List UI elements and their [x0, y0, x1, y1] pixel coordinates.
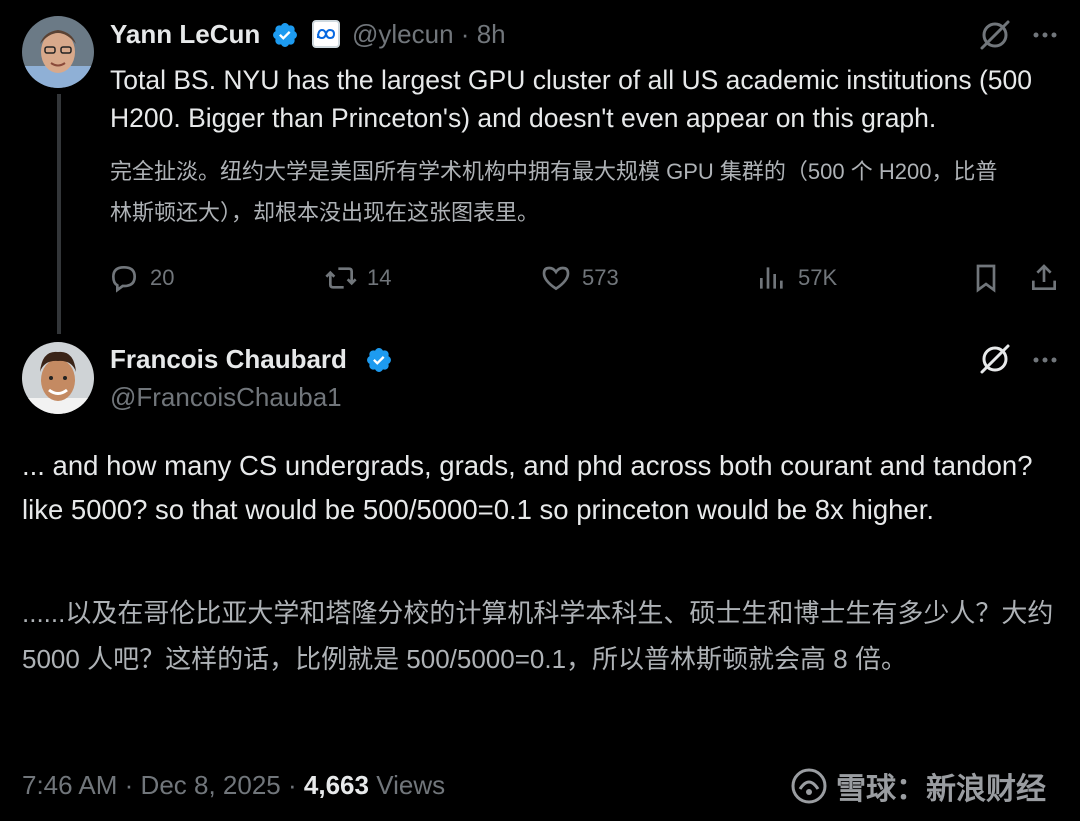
like-count: 573: [582, 265, 619, 290]
more-icon[interactable]: [1030, 345, 1060, 375]
tweet-translation: ......以及在哥伦比亚大学和塔隆分校的计算机科学本科生、硕士生和博士生有多少…: [22, 598, 1054, 674]
meta-separator: ·: [460, 19, 470, 49]
reply-count: 20: [150, 265, 175, 290]
tweet-time[interactable]: 7:46 AM: [22, 770, 117, 800]
watermark: 雪球：新浪财经: [790, 764, 1046, 808]
share-icon: [1032, 264, 1056, 290]
timestamp[interactable]: 8h: [477, 19, 506, 49]
repost-button[interactable]: 14: [325, 262, 391, 294]
tweet-text: ... and how many CS undergrads, grads, a…: [22, 450, 1033, 525]
footer-separator: ·: [288, 770, 297, 800]
views-label: Views: [376, 770, 446, 800]
author-name[interactable]: Francois Chaubard: [110, 344, 347, 375]
meta-logo-icon: [312, 20, 340, 48]
tweet-text: Total BS. NYU has the largest GPU cluste…: [110, 65, 1033, 133]
bookmark-button[interactable]: [970, 262, 1002, 294]
share-button[interactable]: [1028, 262, 1060, 294]
tweet-translation: 完全扯淡。纽约大学是美国所有学术机构中拥有最大规模 GPU 集群的（500 个 …: [110, 159, 998, 225]
more-icon[interactable]: [1030, 20, 1060, 50]
bookmark-icon: [976, 264, 996, 293]
verified-badge-icon: [367, 348, 391, 372]
avatar[interactable]: [22, 16, 94, 88]
views-icon: [760, 267, 783, 289]
footer-separator: ·: [124, 770, 134, 800]
verified-badge-icon: [273, 23, 297, 47]
author-handle[interactable]: @ylecun: [352, 19, 454, 49]
tweet-footer: 7:46 AM · Dec 8, 2025 · 4,663 Views: [22, 770, 445, 801]
snowball-logo-icon: [791, 768, 827, 804]
reply-button[interactable]: 20: [108, 262, 174, 294]
author-handle-and-time[interactable]: @ylecun · 8h: [352, 19, 506, 50]
like-button[interactable]: 573: [540, 262, 619, 294]
tweet-actions: 20 14 573 57K: [0, 262, 1080, 302]
repost-icon: [325, 267, 357, 289]
grok-icon[interactable]: [977, 341, 1013, 377]
watermark-text: 雪球：新浪财经: [836, 773, 1046, 806]
like-icon: [542, 266, 570, 291]
views-count: 57K: [798, 265, 838, 290]
views-total: 4,663: [303, 770, 369, 800]
reply-icon: [111, 265, 137, 293]
author-name[interactable]: Yann LeCun: [110, 19, 260, 50]
author-handle[interactable]: @FrancoisChauba1: [110, 382, 342, 413]
grok-icon[interactable]: [977, 17, 1013, 53]
views-button[interactable]: 57K: [756, 262, 837, 294]
tweet-date[interactable]: Dec 8, 2025: [141, 770, 281, 800]
repost-count: 14: [367, 265, 392, 290]
avatar[interactable]: [22, 342, 94, 414]
